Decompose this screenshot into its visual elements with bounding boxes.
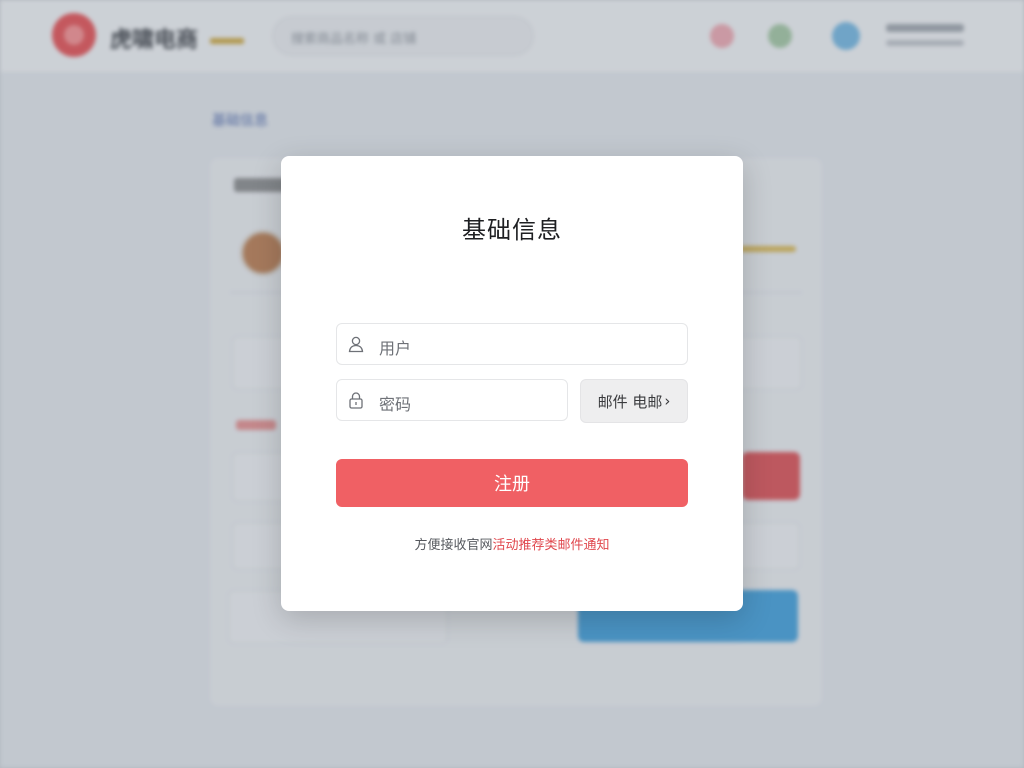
notice-text: 方便接收官网活动推荐类邮件通知 [281, 534, 743, 553]
password-field[interactable]: 密码 [336, 379, 568, 421]
lock-icon [349, 392, 363, 409]
notice-highlight-link[interactable]: 活动推荐类邮件通知 [493, 538, 610, 553]
register-button[interactable]: 注册 [336, 459, 688, 507]
password-placeholder: 密码 [379, 395, 412, 414]
username-field[interactable]: 用户 [336, 323, 688, 365]
modal-title: 基础信息 [462, 216, 562, 244]
user-icon [348, 336, 364, 353]
send-code-label: 邮件 电邮 [597, 392, 663, 411]
notice-plain: 方便接收官网 [414, 538, 493, 553]
username-placeholder: 用户 [379, 339, 412, 358]
send-code-button[interactable]: 邮件 电邮 › [580, 379, 688, 423]
register-modal: 基础信息 用户 密码 邮件 电邮 › 注册 方便接收官网活动推荐类邮件通知 [281, 156, 743, 611]
chevron-right-icon: › [664, 392, 671, 410]
